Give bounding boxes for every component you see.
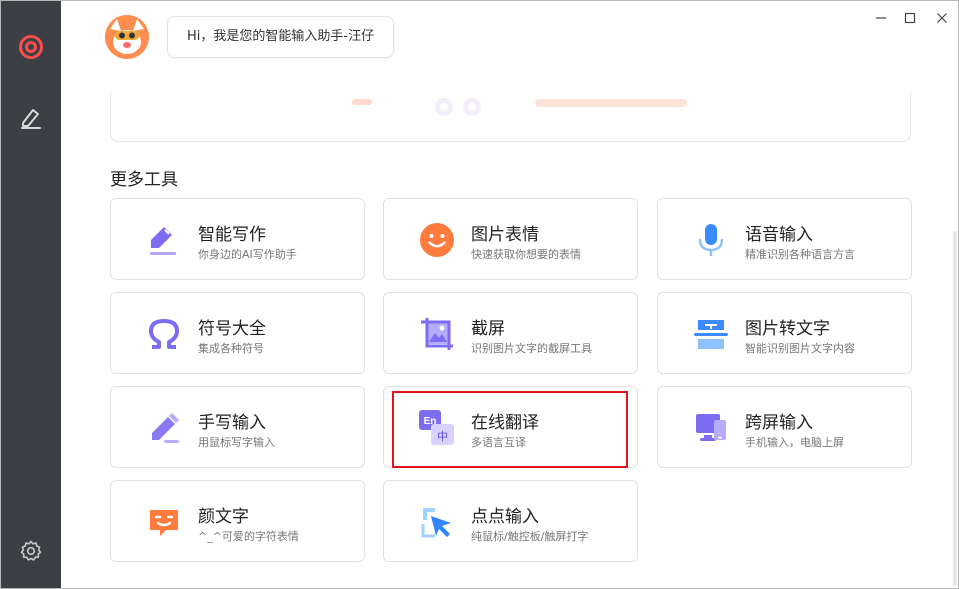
banner-illustration — [352, 98, 687, 116]
close-button[interactable] — [929, 6, 955, 30]
smiley-icon — [418, 221, 456, 259]
scrollbar-thumb[interactable] — [953, 231, 957, 586]
app-window: Hi，我是您的智能输入助手-汪仔 更多工具 智能写作 你身边的AI写作助手 图片… — [0, 0, 959, 589]
maximize-icon — [904, 12, 916, 24]
tool-name: 符号大全 — [198, 319, 266, 339]
tool-name: 智能写作 — [198, 225, 266, 245]
handwriting-icon — [145, 409, 183, 447]
tool-card-image-emoji[interactable]: 图片表情 快速获取你想要的表情 — [383, 198, 638, 280]
tool-desc: 精准识别各种语言方言 — [745, 248, 855, 261]
maximize-button[interactable] — [897, 6, 923, 30]
tool-card-cross-screen[interactable]: 跨屏输入 手机输入，电脑上屏 — [657, 386, 912, 468]
main-panel: Hi，我是您的智能输入助手-汪仔 更多工具 智能写作 你身边的AI写作助手 图片… — [61, 1, 958, 588]
tool-name: 截屏 — [471, 319, 505, 339]
cursor-click-icon — [418, 503, 456, 541]
minimize-button[interactable] — [868, 6, 894, 30]
microphone-icon — [692, 221, 730, 259]
tool-card-symbols[interactable]: 符号大全 集成各种符号 — [110, 292, 365, 374]
tool-desc: 手机输入，电脑上屏 — [745, 436, 844, 449]
tool-desc: ^_^可爱的字符表情 — [198, 530, 299, 543]
assistant-greeting: Hi，我是您的智能输入助手-汪仔 — [167, 16, 395, 58]
tool-name: 图片转文字 — [745, 319, 830, 339]
pen-icon — [21, 109, 41, 129]
sidebar-item-settings[interactable] — [1, 531, 61, 571]
tool-card-image-to-text[interactable]: 图片转文字 智能识别图片文字内容 — [657, 292, 912, 374]
close-icon — [937, 13, 947, 23]
image-to-text-icon — [692, 315, 730, 353]
section-title: 更多工具 — [110, 170, 178, 190]
tool-name: 语音输入 — [745, 225, 813, 245]
omega-icon — [145, 315, 183, 353]
tool-name: 点点输入 — [471, 507, 539, 527]
dog-mascot-icon — [105, 15, 149, 59]
screenshot-icon — [418, 315, 456, 353]
ai-writing-icon — [145, 221, 183, 259]
tool-card-online-translate[interactable]: En 中 在线翻译 多语言互译 — [383, 386, 638, 468]
tool-name: 跨屏输入 — [745, 413, 813, 433]
tool-name: 颜文字 — [198, 507, 249, 527]
sidebar-item-write[interactable] — [1, 97, 61, 137]
tool-desc: 用鼠标写字输入 — [198, 436, 275, 449]
tool-name: 在线翻译 — [471, 413, 539, 433]
minimize-icon — [876, 17, 886, 19]
translate-zh-label: 中 — [437, 430, 448, 443]
gear-icon — [20, 540, 42, 561]
tool-card-click-input[interactable]: 点点输入 纯鼠标/触控板/触屏打字 — [383, 480, 638, 562]
tool-desc: 你身边的AI写作助手 — [198, 248, 297, 261]
tool-card-emoticon[interactable]: 颜文字 ^_^可爱的字符表情 — [110, 480, 365, 562]
tool-desc: 识别图片文字的截屏工具 — [471, 342, 592, 355]
tool-desc: 纯鼠标/触控板/触屏打字 — [471, 530, 589, 543]
tool-name: 图片表情 — [471, 225, 539, 245]
tool-desc: 智能识别图片文字内容 — [745, 342, 855, 355]
tool-name: 手写输入 — [198, 413, 266, 433]
sidebar-item-home[interactable] — [1, 27, 61, 67]
tool-desc: 快速获取你想要的表情 — [471, 248, 581, 261]
tool-card-handwriting[interactable]: 手写输入 用鼠标写字输入 — [110, 386, 365, 468]
emoticon-icon — [145, 503, 183, 541]
target-logo-icon — [19, 35, 43, 59]
translate-icon: En 中 — [418, 409, 456, 447]
tool-card-ai-writing[interactable]: 智能写作 你身边的AI写作助手 — [110, 198, 365, 280]
cross-screen-icon — [692, 409, 730, 447]
sidebar — [1, 1, 61, 588]
tool-card-voice-input[interactable]: 语音输入 精准识别各种语言方言 — [657, 198, 912, 280]
banner-card[interactable] — [110, 93, 911, 142]
tool-card-screenshot[interactable]: 截屏 识别图片文字的截屏工具 — [383, 292, 638, 374]
tool-desc: 集成各种符号 — [198, 342, 264, 355]
avatar[interactable] — [105, 15, 149, 59]
tool-desc: 多语言互译 — [471, 436, 526, 449]
